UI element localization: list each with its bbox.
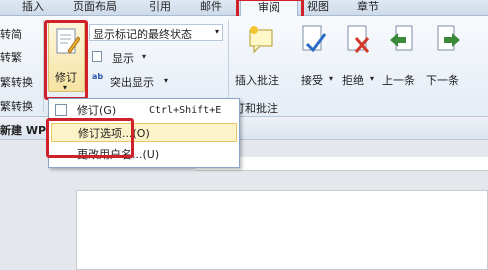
- reject-button[interactable]: 拒绝 ▾: [340, 22, 376, 92]
- menu-item-shortcut: Ctrl+Shift+E: [149, 105, 222, 116]
- tab-references[interactable]: 引用: [149, 0, 171, 16]
- display-mode-value: 显示标记的最终状态: [93, 28, 192, 41]
- show-markup-label: 显示: [112, 52, 134, 65]
- next-arrow-icon: [437, 25, 460, 51]
- insert-comment-button[interactable]: 插入批注: [233, 22, 289, 92]
- chevron-down-icon: ▾: [214, 27, 219, 36]
- convert-group-label: 繁转换: [0, 100, 33, 113]
- accept-button[interactable]: 接受 ▾: [295, 22, 334, 92]
- show-markup-button[interactable]: 显示 ▾: [92, 48, 152, 66]
- insert-comment-label: 插入批注: [235, 74, 279, 87]
- chevron-down-icon: ▾: [164, 76, 169, 85]
- document-tab[interactable]: 新建 WP: [0, 122, 46, 138]
- chevron-down-icon: ▾: [370, 74, 375, 83]
- highlight-markup-label: 突出显示: [110, 76, 154, 89]
- accept-label: 接受: [301, 74, 323, 87]
- revise-button-highlight: [44, 20, 88, 100]
- revise-menu-icon: [55, 104, 67, 116]
- next-change-label: 下一条: [426, 74, 459, 87]
- tab-chapter[interactable]: 章节: [357, 0, 379, 16]
- show-markup-icon: [92, 51, 102, 62]
- tab-insert[interactable]: 插入: [22, 0, 44, 16]
- revision-options-highlight: [46, 118, 134, 158]
- chevron-down-icon: ▾: [142, 52, 147, 61]
- reject-icon: [347, 25, 370, 53]
- previous-change-button[interactable]: 上一条: [382, 22, 422, 92]
- highlight-abc-icon: ab: [92, 72, 104, 81]
- highlight-markup-button[interactable]: ab 突出显示 ▾: [92, 72, 176, 90]
- previous-arrow-icon: [390, 25, 413, 51]
- chevron-down-icon: ▾: [329, 74, 334, 83]
- tab-view[interactable]: 视图: [307, 0, 329, 16]
- display-mode-select[interactable]: 显示标记的最终状态 ▾: [89, 24, 223, 41]
- tab-page-layout[interactable]: 页面布局: [73, 0, 117, 16]
- document-page[interactable]: [76, 190, 488, 270]
- comments-group-label: 订和批注: [234, 102, 278, 115]
- accept-icon: [302, 25, 327, 53]
- reject-label: 拒绝: [342, 74, 364, 87]
- convert-complex-button[interactable]: 繁转换: [0, 74, 33, 90]
- convert-simplified-button[interactable]: 转简: [0, 26, 22, 42]
- convert-traditional-button[interactable]: 转繁: [0, 49, 22, 65]
- previous-change-label: 上一条: [382, 74, 415, 87]
- insert-comment-icon: [249, 26, 273, 54]
- tab-mailings[interactable]: 邮件: [200, 0, 222, 16]
- next-change-button[interactable]: 下一条: [426, 22, 468, 92]
